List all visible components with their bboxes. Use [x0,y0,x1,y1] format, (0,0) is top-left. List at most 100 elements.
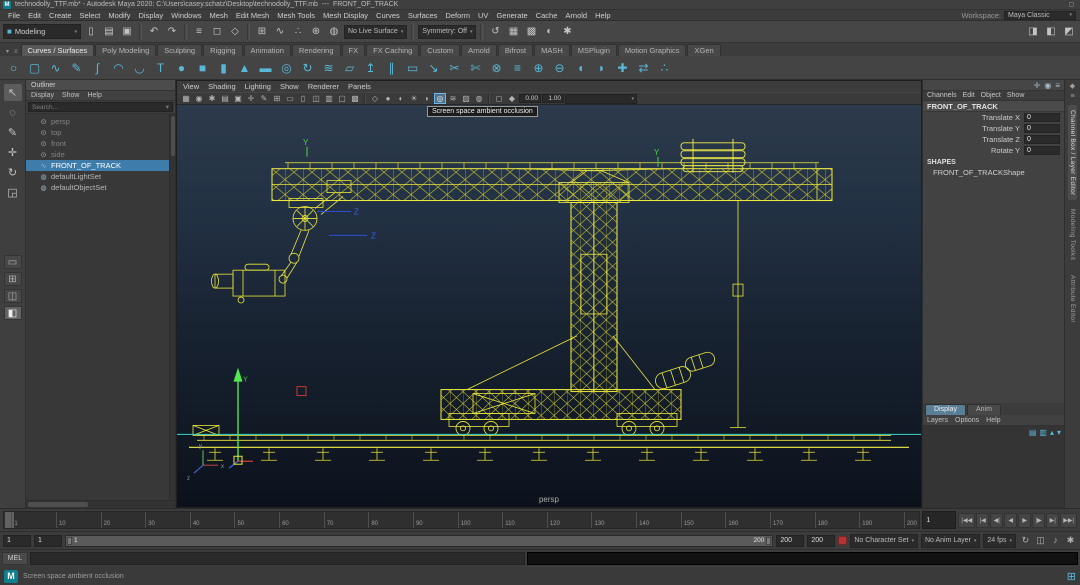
menu-mesh[interactable]: Mesh [206,11,232,20]
layer-tab-display[interactable]: Display [925,404,966,415]
nurbs-cube-icon[interactable]: ■ [193,58,212,77]
shadows-icon[interactable]: ◗ [421,93,433,104]
go-to-start-icon[interactable]: |◀◀ [958,513,975,528]
shelf-menu-icon[interactable]: ≡ [12,49,20,56]
viewport-menu-renderer[interactable]: Renderer [308,82,339,91]
viewport-canvas[interactable]: Screen space ambient occlusion [177,105,921,507]
raise-channel-box-icon[interactable]: ◨ [1025,24,1041,40]
revolve-icon[interactable]: ↻ [298,58,317,77]
shelf-tab-custom[interactable]: Custom [420,44,460,56]
undo-icon[interactable]: ↶ [146,24,162,40]
animation-end-field[interactable]: 200 [807,535,835,547]
birail-icon[interactable]: ∥ [382,58,401,77]
range-slider-bar[interactable]: 1 200 [65,535,773,547]
shelf-tab-msplugin[interactable]: MSPlugin [571,44,617,56]
bookmarks-icon[interactable]: ▤ [219,93,231,104]
pin-panel-icon[interactable]: ◆ [1070,82,1075,90]
mel-toggle-button[interactable]: MEL [2,552,28,565]
sidebar-tab-channel-box-layer-editor[interactable]: Channel Box / Layer Editor [1068,105,1077,200]
select-camera-icon[interactable]: ▦ [180,93,192,104]
sidebar-tab-attribute-editor[interactable]: Attribute Editor [1068,270,1077,328]
anim-layer-select[interactable]: No Anim Layer ▾ [921,534,980,548]
menu-help[interactable]: Help [591,11,614,20]
nurbs-cone-icon[interactable]: ▲ [235,58,254,77]
layer-tab-anim[interactable]: Anim [967,404,1001,415]
panel-menu-icon[interactable]: ≡ [1070,93,1074,100]
menu-set-select[interactable]: ■ Modeling ▾ [3,24,81,39]
move-tool-icon[interactable]: ✛ [4,144,22,161]
safe-action-icon[interactable]: ▢ [336,93,348,104]
ep-curve-icon[interactable]: ∿ [46,58,65,77]
construction-history-icon[interactable]: ↺ [487,24,503,40]
detach-surfaces-icon[interactable]: ⊖ [550,58,569,77]
select-object-icon[interactable]: ◻ [209,24,225,40]
outliner-menu-display[interactable]: Display [31,92,54,99]
channel-value[interactable]: 0 [1024,124,1060,133]
menu-arnold[interactable]: Arnold [561,11,591,20]
shelf-tab-animation[interactable]: Animation [244,44,291,56]
auto-keyframe-icon[interactable] [838,536,847,545]
playback-loop-icon[interactable]: ↻ [1019,535,1032,546]
animation-preferences-icon[interactable]: ✱ [1064,535,1077,546]
bezier-curve-icon[interactable]: ∫ [88,58,107,77]
trim-tool-icon[interactable]: ✂ [445,58,464,77]
shape-node-name[interactable]: FRONT_OF_TRACKShape [923,167,1064,178]
open-close-surfaces-icon[interactable]: ◖ [571,58,590,77]
mute-audio-icon[interactable]: ♪ [1049,535,1062,546]
smooth-shade-icon[interactable]: ● [382,93,394,104]
current-frame-field[interactable]: 1 [922,511,956,529]
layer-list[interactable]: ▤▥▴▾ [923,426,1064,508]
shelf-options-icon[interactable]: ▾ [4,48,11,56]
save-scene-icon[interactable]: ▣ [119,24,135,40]
viewport-menu-panels[interactable]: Panels [348,82,371,91]
live-surface-select[interactable]: No Live Surface ▾ [344,25,407,39]
camera-attributes-icon[interactable]: ✱ [206,93,218,104]
rebuild-surfaces-icon[interactable]: ✚ [613,58,632,77]
workspace-select[interactable]: Maya Classic ▾ [1004,11,1076,20]
untrim-icon[interactable]: ✄ [466,58,485,77]
layout-single-pane-icon[interactable]: ▭ [4,255,22,269]
outliner-search-input[interactable]: Search... ▾ [28,102,173,112]
insert-isoparms-icon[interactable]: ≡ [508,58,527,77]
menu-surfaces[interactable]: Surfaces [404,11,442,20]
extrude-icon[interactable]: ↥ [361,58,380,77]
viewport-menu-view[interactable]: View [183,82,199,91]
menu-generate[interactable]: Generate [492,11,531,20]
channel-hyperbuild-icon[interactable]: ≡ [1055,81,1060,90]
layer-menu-options[interactable]: Options [955,417,979,424]
open-scene-icon[interactable]: ▤ [101,24,117,40]
attach-surfaces-icon[interactable]: ⊕ [529,58,548,77]
viewport-menu-show[interactable]: Show [280,82,299,91]
new-scene-icon[interactable]: ▯ [83,24,99,40]
channel-value[interactable]: 0 [1024,135,1060,144]
safe-title-icon[interactable]: ▩ [349,93,361,104]
layer-menu-help[interactable]: Help [986,417,1000,424]
surface-fillet-icon[interactable]: ◗ [592,58,611,77]
playback-start-field[interactable]: 1 [34,535,62,547]
range-slider-handle-left[interactable] [67,537,72,545]
menu-file[interactable]: File [4,11,24,20]
grid-toggle-icon[interactable]: ⊞ [1067,570,1076,583]
loft-icon[interactable]: ≋ [319,58,338,77]
nurbs-circle-icon[interactable]: ○ [4,58,23,77]
use-all-lights-icon[interactable]: ☀ [408,93,420,104]
shelf-tab-xgen[interactable]: XGen [687,44,720,56]
renderer-dropdown[interactable]: ▾ [565,94,637,104]
shelf-tab-curves-surfaces[interactable]: Curves / Surfaces [21,44,95,56]
channel-box-menu-edit[interactable]: Edit [963,92,975,99]
select-hierarchy-icon[interactable]: ≡ [191,24,207,40]
reverse-direction-icon[interactable]: ⇄ [634,58,653,77]
viewport-menu-shading[interactable]: Shading [208,82,236,91]
fps-select[interactable]: 24 fps ▾ [983,534,1016,548]
gate-mask-icon[interactable]: ◫ [310,93,322,104]
snap-to-curves-icon[interactable]: ∿ [272,24,288,40]
paint-select-tool-icon[interactable]: ✎ [4,124,22,141]
nurbs-sphere-icon[interactable]: ● [172,58,191,77]
channel-box-menu-object[interactable]: Object [981,92,1001,99]
layer-new-from-selected-icon[interactable]: ▥ [1039,428,1047,437]
boundary-icon[interactable]: ▭ [403,58,422,77]
x-ray-icon[interactable]: ◆ [506,93,518,104]
grid-icon[interactable]: ⊞ [271,93,283,104]
layer-move-down-icon[interactable]: ▾ [1057,428,1061,437]
resolution-gate-icon[interactable]: ▯ [297,93,309,104]
